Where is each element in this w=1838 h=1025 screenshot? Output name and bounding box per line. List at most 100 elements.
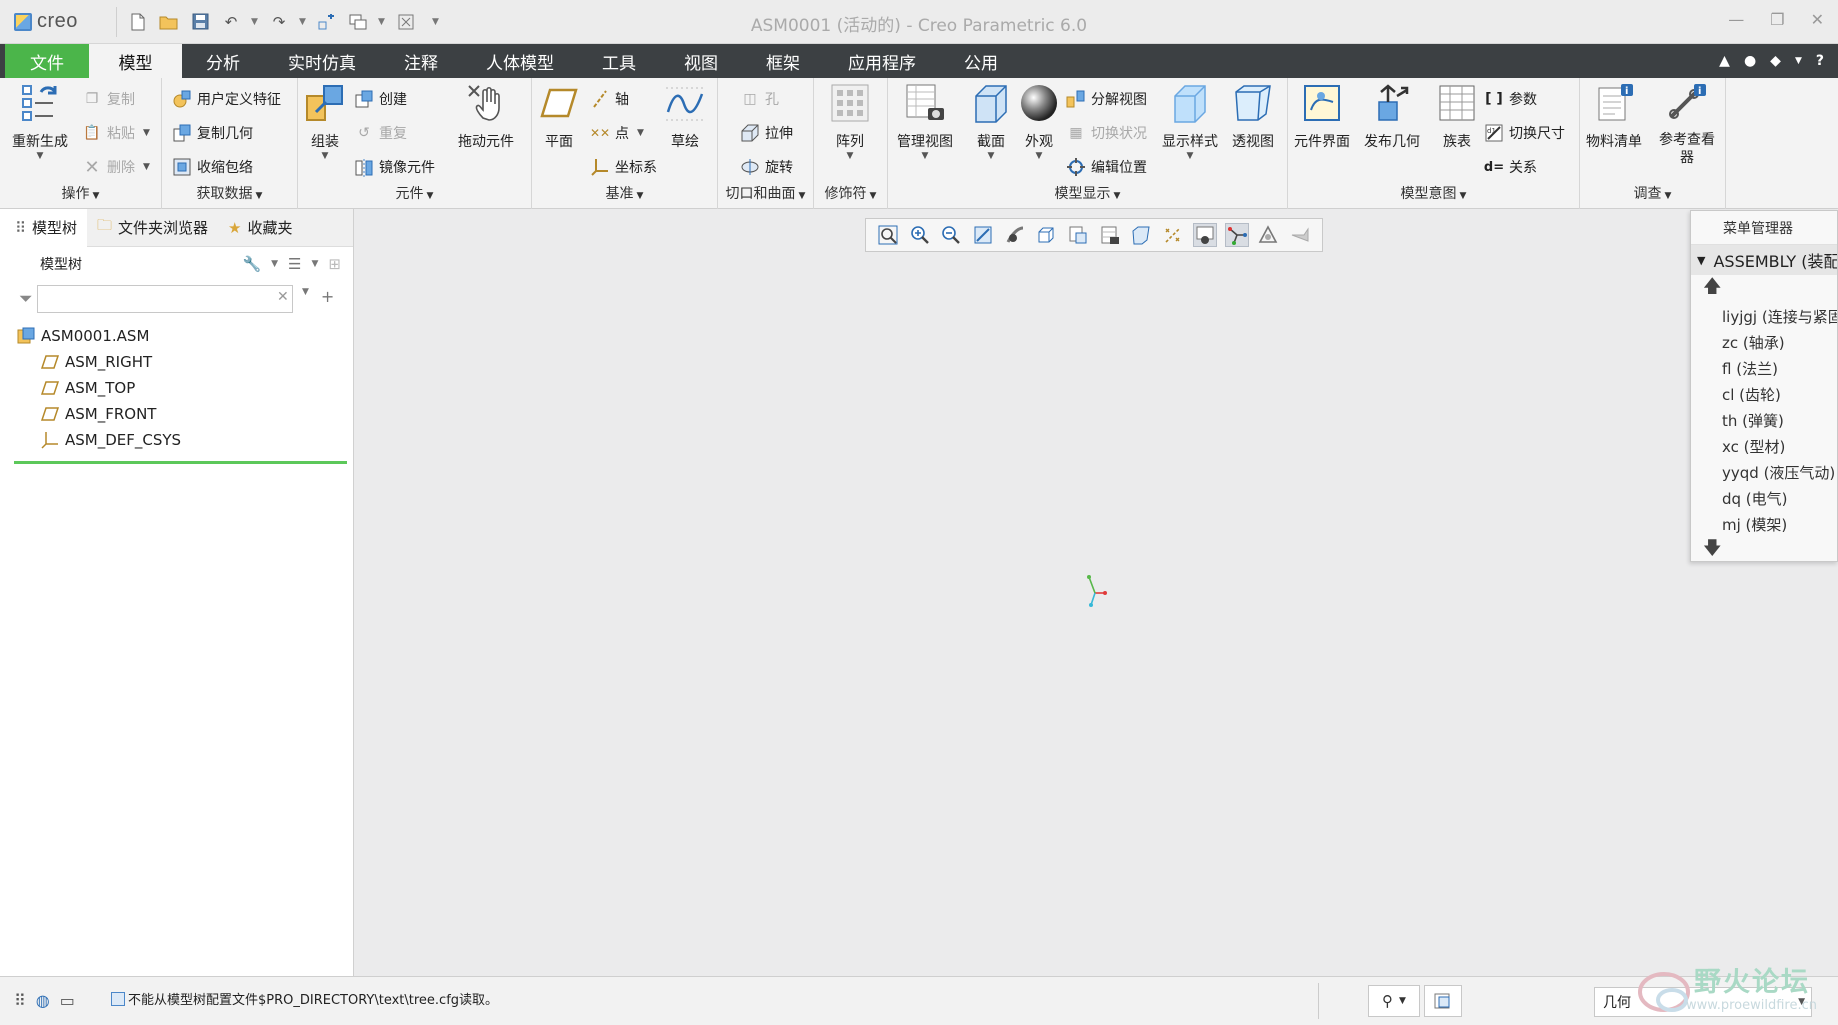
maximize-icon[interactable]: ❐ (1770, 10, 1784, 29)
paste-dropdown-icon[interactable]: ▼ (143, 128, 150, 138)
pattern-dropdown-icon[interactable]: ▼ (847, 151, 854, 161)
zoom-in-icon[interactable] (908, 223, 932, 247)
group-label-cut-surface[interactable]: 切口和曲面 ▼ (718, 183, 813, 203)
tab-framework[interactable]: 框架 (742, 44, 824, 78)
help-icon[interactable]: ? (1816, 53, 1824, 69)
group-label-modifiers[interactable]: 修饰符 ▼ (814, 183, 887, 203)
find-dropdown-icon[interactable]: ▼ (1399, 996, 1406, 1006)
regenerate-dropdown-icon[interactable]: ▼ (37, 151, 44, 161)
tree-node-asm-front[interactable]: ASM_FRONT (5, 401, 353, 427)
switch-dimensions-button[interactable]: d1 切换尺寸 (1484, 120, 1565, 146)
show-navigator-icon[interactable]: ⠿ (14, 991, 26, 1010)
zoom-out-icon[interactable] (939, 223, 963, 247)
section-dropdown-icon[interactable]: ▼ (988, 151, 995, 161)
perspective-view-icon[interactable] (1129, 223, 1153, 247)
find-button[interactable]: ⚲ ▼ (1368, 985, 1420, 1017)
reference-viewer-button[interactable]: i 参考查看器 (1654, 82, 1720, 167)
search-icon[interactable]: ● (1744, 53, 1756, 69)
tree-node-asm-right[interactable]: ASM_RIGHT (5, 349, 353, 375)
tree-settings-icon[interactable]: 🔧 (242, 255, 261, 273)
assemble-button[interactable]: 组装 ▼ (304, 82, 346, 161)
clear-search-icon[interactable]: ✕ (277, 289, 289, 305)
sketch-button[interactable]: 草绘 (664, 82, 706, 151)
group-label-model-display[interactable]: 模型显示 ▼ (888, 183, 1287, 203)
customize-qat-icon[interactable]: ▼ (432, 17, 440, 27)
saved-orientations-icon[interactable] (1034, 223, 1058, 247)
close-window-icon[interactable] (395, 11, 417, 33)
tree-filter-settings-icon[interactable]: ⊞ (328, 255, 341, 273)
scroll-down-arrow-icon[interactable]: 🡇 (1691, 537, 1837, 561)
plane-button[interactable]: 平面 (538, 82, 580, 151)
tree-node-assembly[interactable]: ASM0001.ASM (5, 323, 353, 349)
repaint-icon[interactable] (971, 223, 995, 247)
display-style-dropdown-icon[interactable]: ▼ (1187, 151, 1194, 161)
group-label-operations[interactable]: 操作 ▼ (0, 183, 161, 203)
tab-applications[interactable]: 应用程序 (824, 44, 940, 78)
relations-button[interactable]: d= 关系 (1484, 154, 1537, 180)
manage-views-dropdown-icon[interactable]: ▼ (922, 151, 929, 161)
tree-insert-indicator[interactable] (14, 461, 347, 464)
tab-file[interactable]: 文件 (5, 44, 89, 78)
filter-funnel-icon[interactable]: ⏷ (19, 289, 33, 309)
edit-position-button[interactable]: 编辑位置 (1066, 154, 1147, 180)
hole-button[interactable]: ◫ 孔 (740, 86, 779, 112)
repeat-button[interactable]: ↺ 重复 (354, 120, 407, 146)
axis-button[interactable]: 轴 (590, 86, 629, 112)
selected-items-button[interactable] (1424, 985, 1462, 1017)
tree-node-asm-def-csys[interactable]: ASM_DEF_CSYS (5, 427, 353, 453)
mirror-component-button[interactable]: 镜像元件 (354, 154, 435, 180)
appearance-dropdown-icon[interactable]: ▼ (1036, 151, 1043, 161)
tree-columns-dropdown-icon[interactable]: ▼ (312, 259, 319, 269)
delete-button[interactable]: ✕ 删除 ▼ (82, 154, 150, 180)
delete-dropdown-icon[interactable]: ▼ (143, 162, 150, 172)
scroll-up-arrow-icon[interactable]: 🡅 (1691, 275, 1837, 303)
tab-view[interactable]: 视图 (660, 44, 742, 78)
save-icon[interactable] (189, 11, 211, 33)
close-icon[interactable]: ✕ (1811, 10, 1824, 29)
appearance-button[interactable]: 外观 ▼ (1018, 82, 1060, 161)
copy-geometry-button[interactable]: 复制几何 (172, 120, 253, 146)
group-label-model-intent[interactable]: 模型意图 ▼ (1288, 183, 1579, 203)
selection-filter-dropdown-icon[interactable]: ▼ (1798, 997, 1805, 1007)
explode-view-button[interactable]: 分解视图 (1066, 86, 1147, 112)
paste-button[interactable]: 📋 粘贴 ▼ (82, 120, 150, 146)
new-file-icon[interactable] (127, 11, 149, 33)
group-label-investigate[interactable]: 调查 ▼ (1580, 183, 1725, 203)
tree-node-asm-top[interactable]: ASM_TOP (5, 375, 353, 401)
tab-folder-browser[interactable]: 🗀 文件夹浏览器 (87, 209, 218, 247)
tab-tools[interactable]: 工具 (578, 44, 660, 78)
perspective-button[interactable]: 透视图 (1232, 82, 1274, 151)
tree-search-input[interactable] (36, 285, 293, 313)
open-folder-icon[interactable] (158, 11, 180, 33)
menu-item-mj[interactable]: mj (模架) (1691, 511, 1837, 537)
point-button[interactable]: ✕✕ 点 ▼ (590, 120, 644, 146)
assemble-dropdown-icon[interactable]: ▼ (322, 151, 329, 161)
browser-globe-icon[interactable]: ◍ (36, 991, 50, 1010)
menu-item-xc[interactable]: xc (型材) (1691, 433, 1837, 459)
collapse-ribbon-icon[interactable]: ▲ (1719, 53, 1730, 69)
tab-common[interactable]: 公用 (940, 44, 1022, 78)
csys-button[interactable]: 坐标系 (590, 154, 657, 180)
menu-item-th[interactable]: th (弹簧) (1691, 407, 1837, 433)
regenerate-small-icon[interactable] (316, 11, 338, 33)
named-views-icon[interactable] (1098, 223, 1122, 247)
search-dropdown-icon[interactable]: ▼ (302, 287, 309, 306)
section-button[interactable]: 截面 ▼ (970, 82, 1012, 161)
tab-analysis[interactable]: 分析 (182, 44, 264, 78)
menu-item-fl[interactable]: fl (法兰) (1691, 355, 1837, 381)
regenerate-button[interactable]: 重新生成 ▼ (12, 82, 68, 161)
tab-manikin[interactable]: 人体模型 (462, 44, 578, 78)
extrude-button[interactable]: 拉伸 (740, 120, 793, 146)
selection-filter-select[interactable]: 几何 ▼ (1594, 987, 1812, 1017)
point-dropdown-icon[interactable]: ▼ (637, 128, 644, 138)
toggle-status-button[interactable]: ▦ 切换状况 (1066, 120, 1147, 146)
group-label-component[interactable]: 元件 ▼ (298, 183, 531, 203)
pattern-button[interactable]: 阵列 ▼ (829, 82, 871, 161)
tab-model[interactable]: 模型 (89, 44, 182, 78)
minimize-icon[interactable]: — (1728, 10, 1744, 29)
tree-columns-icon[interactable]: ☰ (288, 255, 301, 273)
windows-dropdown-icon[interactable]: ▼ (378, 17, 386, 27)
menu-item-liyjgj[interactable]: liyjgj (连接与紧固) (1691, 303, 1837, 329)
view-manager-icon[interactable] (1066, 223, 1090, 247)
group-label-datum[interactable]: 基准 ▼ (532, 183, 717, 203)
